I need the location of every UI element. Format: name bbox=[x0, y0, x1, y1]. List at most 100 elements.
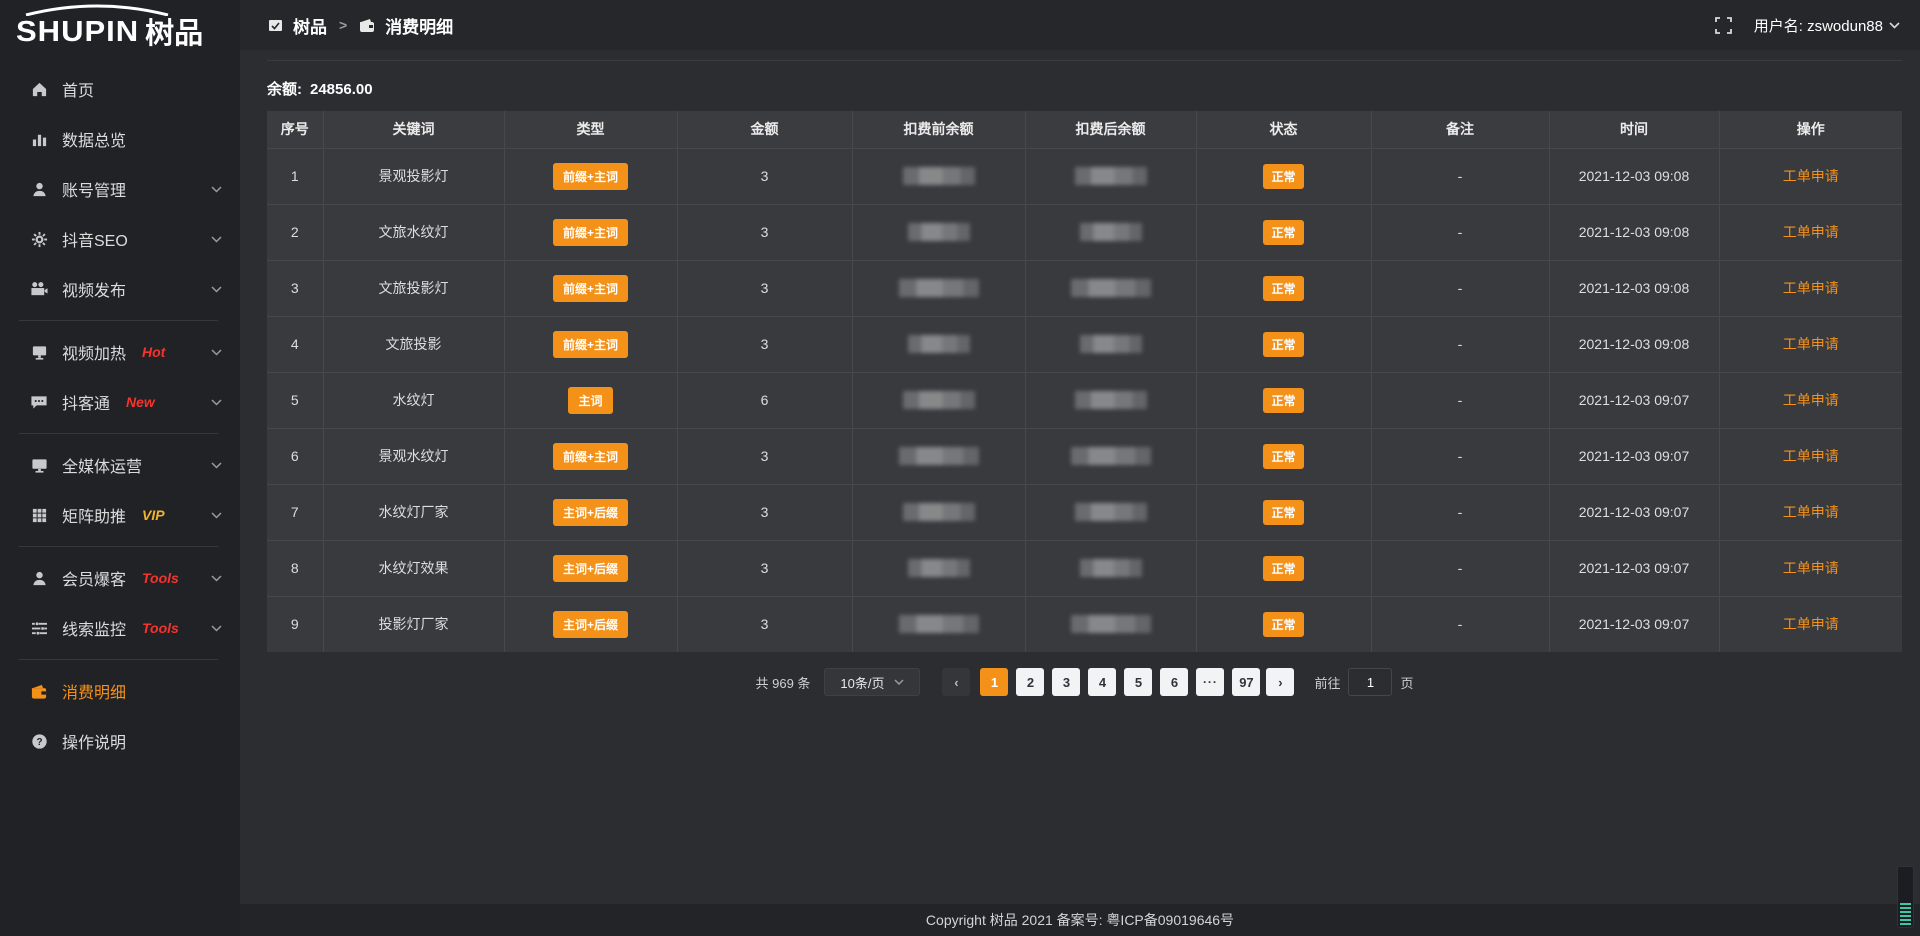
breadcrumb: 树品 > 消费明细 bbox=[268, 13, 453, 38]
sidebar-item-user[interactable]: 账号管理 bbox=[0, 164, 240, 214]
table-row: 3 文旅投影灯 前缀+主词 3 正常 - 2021-12-03 09:08 工单… bbox=[267, 260, 1902, 316]
column-header: 关键词 bbox=[323, 111, 504, 148]
username-label: 用户名: zswodun88 bbox=[1754, 15, 1883, 36]
video-icon bbox=[30, 280, 48, 298]
cell-balance-before bbox=[852, 316, 1025, 372]
balance-bar: 余额:24856.00 bbox=[267, 78, 1902, 99]
page-button-2[interactable]: 2 bbox=[1016, 668, 1044, 696]
prev-page-button[interactable]: ‹ bbox=[942, 668, 970, 696]
status-badge: 正常 bbox=[1263, 220, 1303, 245]
cell-index: 6 bbox=[267, 428, 323, 484]
sidebar-item-monitor[interactable]: 视频加热Hot bbox=[0, 327, 240, 377]
work-order-link[interactable]: 工单申请 bbox=[1783, 392, 1839, 408]
scroll-indicator-widget[interactable] bbox=[1897, 866, 1914, 928]
user-icon bbox=[30, 180, 48, 198]
page-size-select[interactable]: 10条/页 bbox=[824, 668, 920, 696]
cell-amount: 3 bbox=[677, 540, 852, 596]
work-order-link[interactable]: 工单申请 bbox=[1783, 336, 1839, 352]
more-pages-button[interactable]: ··· bbox=[1196, 668, 1224, 696]
column-header: 扣费后余额 bbox=[1025, 111, 1196, 148]
cell-amount: 3 bbox=[677, 204, 852, 260]
page-button-4[interactable]: 4 bbox=[1088, 668, 1116, 696]
sidebar-item-badge: New bbox=[126, 394, 155, 410]
cell-type: 前缀+主词 bbox=[504, 148, 677, 204]
sidebar-item-member[interactable]: 会员爆客Tools bbox=[0, 553, 240, 603]
column-header: 类型 bbox=[504, 111, 677, 148]
breadcrumb-separator: > bbox=[339, 17, 347, 33]
cell-balance-after bbox=[1025, 484, 1196, 540]
wallet-icon bbox=[30, 682, 48, 700]
work-order-link[interactable]: 工单申请 bbox=[1783, 560, 1839, 576]
cell-amount: 3 bbox=[677, 484, 852, 540]
cell-amount: 3 bbox=[677, 428, 852, 484]
cell-keyword: 投影灯厂家 bbox=[323, 596, 504, 652]
work-order-link[interactable]: 工单申请 bbox=[1783, 168, 1839, 184]
sidebar-item-chat[interactable]: 抖客通New bbox=[0, 377, 240, 427]
balance-value: 24856.00 bbox=[310, 81, 373, 98]
cell-remark: - bbox=[1371, 596, 1549, 652]
next-page-button[interactable]: › bbox=[1266, 668, 1294, 696]
jump-suffix: 页 bbox=[1400, 673, 1413, 692]
fullscreen-icon[interactable] bbox=[1715, 17, 1732, 34]
page-button-3[interactable]: 3 bbox=[1052, 668, 1080, 696]
cell-balance-before bbox=[852, 372, 1025, 428]
masked-value bbox=[1071, 447, 1151, 465]
sidebar-item-gear[interactable]: 抖音SEO bbox=[0, 214, 240, 264]
cell-time: 2021-12-03 09:08 bbox=[1549, 204, 1719, 260]
cell-remark: - bbox=[1371, 316, 1549, 372]
sliders-icon bbox=[30, 619, 48, 637]
pagination: 共 969 条 10条/页 ‹ 123456 ··· 97 › 前往 页 bbox=[267, 668, 1902, 696]
type-badge: 主词+后缀 bbox=[553, 555, 628, 582]
content: 余额:24856.00 序号关键词类型金额扣费前余额扣费后余额状态备注时间操作 … bbox=[240, 61, 1920, 904]
user-menu[interactable]: 用户名: zswodun88 bbox=[1754, 15, 1900, 36]
cell-balance-after bbox=[1025, 540, 1196, 596]
work-order-link[interactable]: 工单申请 bbox=[1783, 616, 1839, 632]
work-order-link[interactable]: 工单申请 bbox=[1783, 504, 1839, 520]
column-header: 序号 bbox=[267, 111, 323, 148]
chevron-down-icon bbox=[211, 575, 222, 582]
sidebar-item-wallet[interactable]: 消费明细 bbox=[0, 666, 240, 716]
sidebar-item-badge: Tools bbox=[142, 620, 179, 636]
pagination-total: 共 969 条 bbox=[756, 673, 811, 692]
grid-small-icon bbox=[268, 18, 283, 33]
status-badge: 正常 bbox=[1263, 332, 1303, 357]
logo-arc-icon bbox=[22, 4, 172, 16]
masked-value bbox=[1071, 615, 1151, 633]
masked-value bbox=[903, 503, 975, 521]
sidebar-item-home[interactable]: 首页 bbox=[0, 64, 240, 114]
work-order-link[interactable]: 工单申请 bbox=[1783, 448, 1839, 464]
work-order-link[interactable]: 工单申请 bbox=[1783, 280, 1839, 296]
cell-keyword: 文旅投影灯 bbox=[323, 260, 504, 316]
sidebar-item-label: 消费明细 bbox=[62, 679, 126, 703]
column-header: 备注 bbox=[1371, 111, 1549, 148]
masked-value bbox=[1080, 223, 1142, 241]
work-order-link[interactable]: 工单申请 bbox=[1783, 224, 1839, 240]
cell-remark: - bbox=[1371, 148, 1549, 204]
sidebar-item-video[interactable]: 视频发布 bbox=[0, 264, 240, 314]
page-button-1[interactable]: 1 bbox=[980, 668, 1008, 696]
cell-action: 工单申请 bbox=[1719, 540, 1902, 596]
jump-page-input[interactable] bbox=[1348, 668, 1392, 696]
jump-to-page: 前往 页 bbox=[1314, 668, 1413, 696]
chevron-down-icon bbox=[211, 512, 222, 519]
sidebar-item-chart[interactable]: 数据总览 bbox=[0, 114, 240, 164]
breadcrumb-item-home[interactable]: 树品 bbox=[293, 13, 327, 38]
sidebar-item-help[interactable]: ?操作说明 bbox=[0, 716, 240, 766]
cell-time: 2021-12-03 09:08 bbox=[1549, 260, 1719, 316]
cell-amount: 3 bbox=[677, 148, 852, 204]
breadcrumb-item-current: 消费明细 bbox=[385, 13, 453, 38]
page-button-5[interactable]: 5 bbox=[1124, 668, 1152, 696]
masked-value bbox=[908, 559, 970, 577]
brand-logo: SHUPIN 树品 bbox=[0, 0, 240, 62]
sidebar-item-sliders[interactable]: 线索监控Tools bbox=[0, 603, 240, 653]
cell-balance-before bbox=[852, 260, 1025, 316]
sidebar-item-badge: Hot bbox=[142, 344, 165, 360]
page-button-97[interactable]: 97 bbox=[1232, 668, 1260, 696]
cell-action: 工单申请 bbox=[1719, 148, 1902, 204]
cell-time: 2021-12-03 09:07 bbox=[1549, 596, 1719, 652]
sidebar-item-grid[interactable]: 矩阵助推VIP bbox=[0, 490, 240, 540]
page-button-6[interactable]: 6 bbox=[1160, 668, 1188, 696]
masked-value bbox=[903, 391, 975, 409]
cell-status: 正常 bbox=[1196, 148, 1371, 204]
sidebar-item-screen[interactable]: 全媒体运营 bbox=[0, 440, 240, 490]
